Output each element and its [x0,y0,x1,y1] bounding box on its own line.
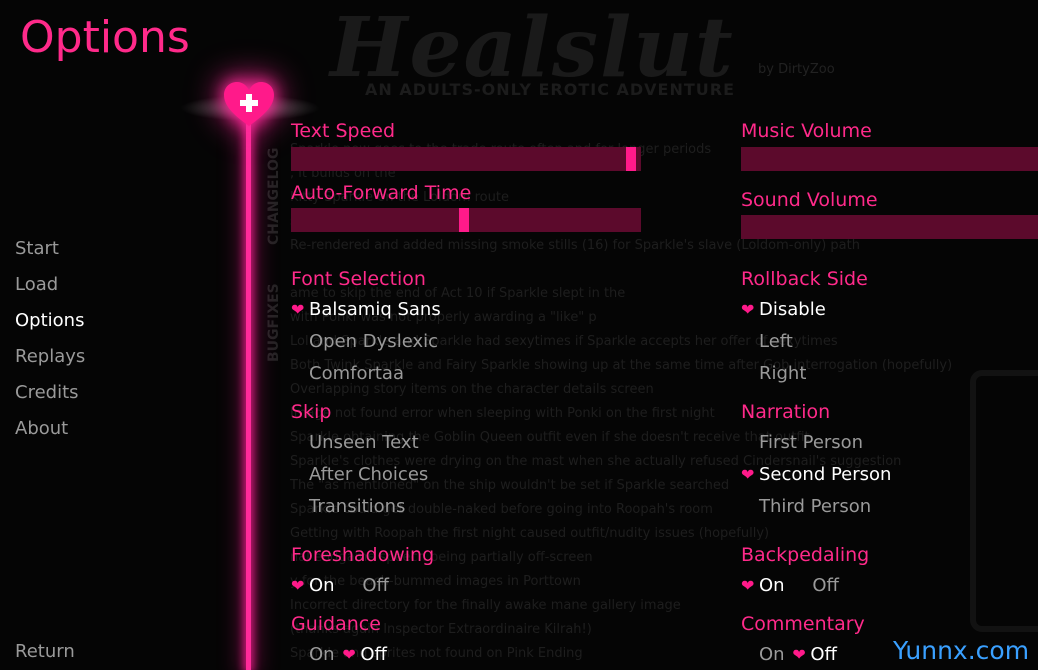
auto-forward-slider[interactable] [291,208,641,232]
skip-option-after-choices[interactable]: After Choices [309,464,428,485]
rollback-side-label: Rollback Side [741,268,868,290]
selected-heart-icon: ❤ [741,465,755,484]
text-speed-slider-thumb[interactable] [626,147,636,171]
auto-forward-label: Auto-Forward Time [291,182,472,204]
sound-volume-label: Sound Volume [741,189,878,211]
selected-heart-icon: ❤ [291,576,305,595]
selected-heart-icon: ❤ [291,300,305,319]
background-changelog-tab: CHANGELOG [266,147,282,245]
skip-label: Skip [291,401,332,423]
rollback-option-left[interactable]: Left [759,331,793,352]
background-bugfixes-tab: BUGFIXES [266,283,282,362]
background-changelog-line: Sparkle and sprites not found on Pink En… [290,646,583,661]
on-label: On [309,575,335,596]
guidance-off-button[interactable]: ❤ Off [342,644,387,665]
auto-forward-slider-thumb[interactable] [459,208,469,232]
guidance-label: Guidance [291,613,381,635]
heart-plus-icon [224,82,274,126]
narration-label: Narration [741,401,831,423]
selected-heart-icon: ❤ [741,576,755,595]
foreshadowing-toggle: ❤ On Off [291,575,389,596]
nav-item-load[interactable]: Load [15,271,85,307]
rollback-option-right[interactable]: Right [759,363,806,384]
font-option-label: Balsamiq Sans [309,299,441,320]
rollback-option-label: Disable [759,299,826,320]
nav-item-credits[interactable]: Credits [15,379,85,415]
narration-option-second-person[interactable]: ❤ Second Person [741,464,891,485]
foreshadowing-on-button[interactable]: ❤ On [291,575,335,596]
nav-item-start[interactable]: Start [15,235,85,271]
background-changelog-line: Getting with Roopah the first night caus… [290,526,770,541]
background-changelog-line: Incorrect directory for the finally awak… [290,598,681,613]
commentary-label: Commentary [741,613,865,635]
text-speed-slider[interactable] [291,147,641,171]
music-volume-label: Music Volume [741,120,872,142]
selected-heart-icon: ❤ [792,645,806,664]
skip-option-unseen-text[interactable]: Unseen Text [309,432,419,453]
music-volume-slider[interactable] [741,147,1038,171]
off-label: Off [810,644,837,665]
text-speed-label: Text Speed [291,120,396,142]
background-changelog-line: (thanks again Inspector Extraordinaire K… [290,622,592,637]
font-option-comfortaa[interactable]: Comfortaa [309,363,404,384]
backpedaling-label: Backpedaling [741,544,870,566]
background-changelog-line: y for the beach-bummed images in Porttow… [290,574,581,589]
page-title: Options [20,12,190,63]
selected-heart-icon: ❤ [342,645,356,664]
narration-option-label: Second Person [759,464,892,485]
sound-volume-slider[interactable] [741,215,1038,239]
commentary-off-button[interactable]: ❤ Off [792,644,837,665]
return-button[interactable]: Return [15,641,75,662]
background-credit: by DirtyZoo [758,62,835,77]
glowing-divider-line [246,110,251,670]
off-label: Off [360,644,387,665]
narration-option-first-person[interactable]: First Person [759,432,863,453]
guidance-on-button[interactable]: On [309,644,335,665]
background-game-subtitle: AN ADULTS-ONLY EROTIC ADVENTURE [365,80,736,99]
nav-item-about[interactable]: About [15,415,85,451]
watermark: Yunnx.com [893,636,1030,665]
skip-option-transitions[interactable]: Transitions [309,496,405,517]
selected-heart-icon: ❤ [741,300,755,319]
font-option-balsamiq-sans[interactable]: ❤ Balsamiq Sans [291,299,441,320]
backpedaling-toggle: ❤ On Off [741,575,839,596]
on-label: On [759,575,785,596]
rollback-option-disable[interactable]: ❤ Disable [741,299,826,320]
backpedaling-on-button[interactable]: ❤ On [741,575,785,596]
background-frame-decoration [970,370,1038,632]
foreshadowing-off-button[interactable]: Off [362,575,389,596]
font-selection-label: Font Selection [291,268,426,290]
backpedaling-off-button[interactable]: Off [812,575,839,596]
commentary-on-button[interactable]: On [759,644,785,665]
guidance-toggle: On ❤ Off [309,644,387,665]
font-option-open-dyslexic[interactable]: Open Dyslexic [309,331,438,352]
foreshadowing-label: Foreshadowing [291,544,435,566]
nav-item-replays[interactable]: Replays [15,343,85,379]
main-menu-nav: Start Load Options Replays Credits About [15,235,85,451]
commentary-toggle: On ❤ Off [759,644,837,665]
background-changelog-line: Image not found error when sleeping with… [290,406,715,421]
narration-option-third-person[interactable]: Third Person [759,496,871,517]
nav-item-options[interactable]: Options [15,307,85,343]
